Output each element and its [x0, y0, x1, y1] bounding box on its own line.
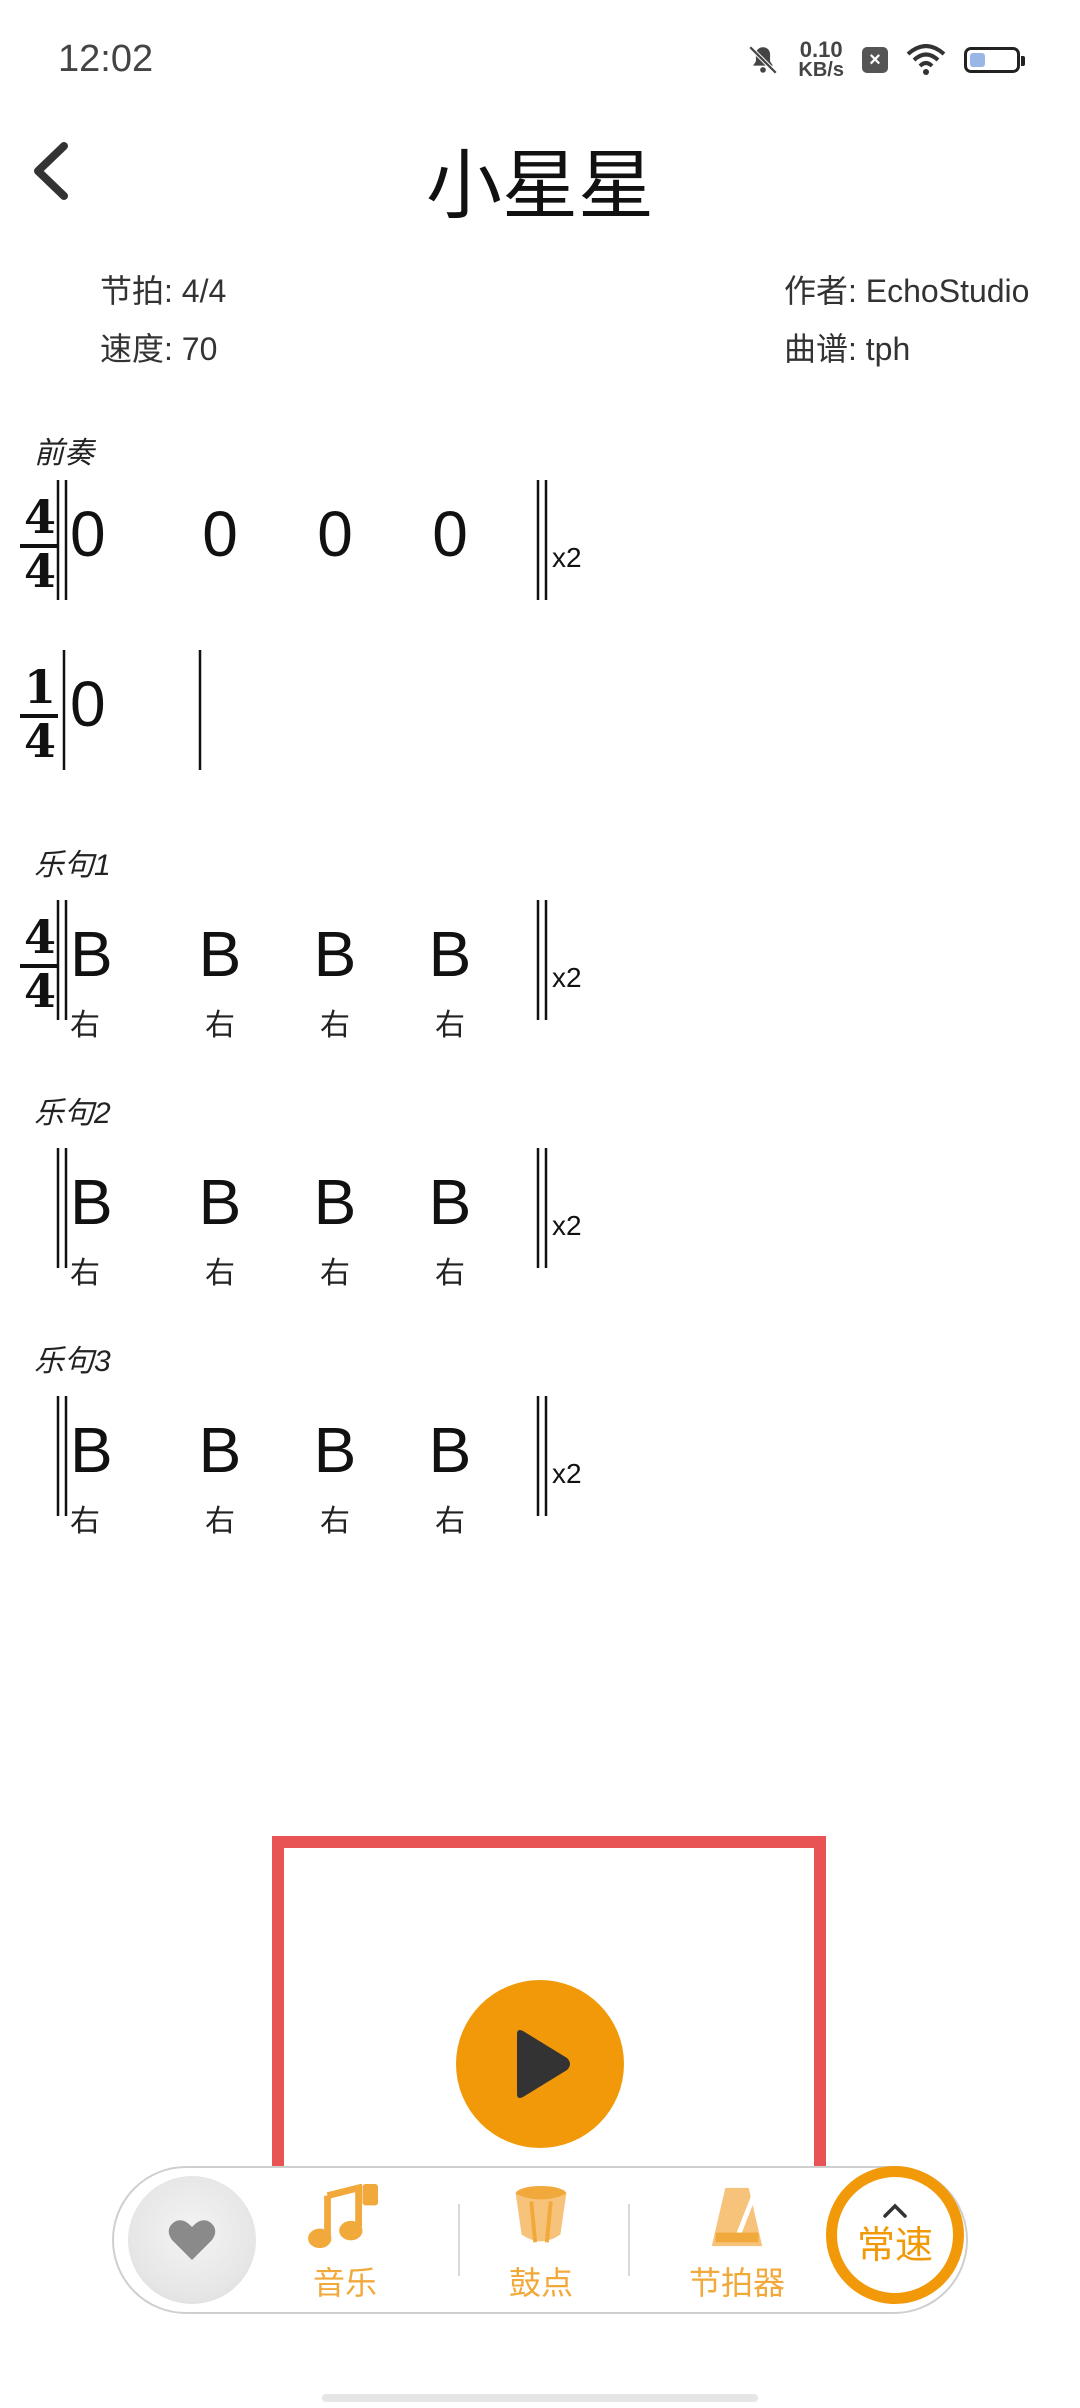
- note: B: [313, 1414, 357, 1486]
- hand-label: 右: [205, 1257, 235, 1290]
- note: B: [70, 1414, 113, 1486]
- time-sig-numerator: 1: [23, 660, 56, 714]
- note: 0: [70, 498, 106, 570]
- hand-label: 右: [70, 1009, 100, 1042]
- music-button[interactable]: 音乐: [260, 2184, 430, 2304]
- note: B: [428, 1414, 472, 1486]
- score-lines: [20, 480, 548, 1516]
- hand-label: 右: [205, 1009, 235, 1042]
- speed-label: 常速: [856, 2224, 933, 2267]
- play-icon: [517, 2030, 570, 2098]
- note: B: [70, 1166, 113, 1238]
- hand-label: 右: [70, 1505, 100, 1538]
- metronome-button[interactable]: 节拍器: [652, 2184, 822, 2304]
- drum-icon: [515, 2185, 567, 2243]
- note: B: [428, 1166, 472, 1238]
- drum-label: 鼓点: [508, 2265, 573, 2301]
- note: B: [313, 1166, 357, 1238]
- note: B: [198, 1166, 242, 1238]
- time-sig-numerator: 4: [23, 910, 56, 964]
- speed-button[interactable]: 常速: [826, 2166, 964, 2304]
- time-sig-numerator: 4: [23, 490, 56, 544]
- music-label: 音乐: [312, 2265, 377, 2301]
- note: 0: [202, 498, 238, 570]
- note: 0: [70, 668, 106, 740]
- note: 0: [432, 498, 468, 570]
- hand-label: 右: [435, 1257, 465, 1290]
- drum-button[interactable]: 鼓点: [456, 2184, 626, 2304]
- repeat-count: x2: [552, 1210, 582, 1241]
- repeat-count: x2: [552, 1458, 582, 1489]
- note: B: [313, 918, 357, 990]
- favorite-button[interactable]: [128, 2176, 256, 2304]
- metronome-icon: [711, 2187, 763, 2247]
- section-label: 乐句1: [34, 849, 111, 882]
- time-sig-denominator: 4: [23, 714, 56, 768]
- hand-label: 右: [435, 1009, 465, 1042]
- note: B: [70, 918, 113, 990]
- note: 0: [317, 498, 353, 570]
- hand-label: 右: [320, 1009, 350, 1042]
- hand-label: 右: [435, 1505, 465, 1538]
- heart-icon: [168, 2220, 216, 2260]
- note: B: [428, 918, 472, 990]
- section-label: 前奏: [34, 437, 94, 470]
- repeat-count: x2: [552, 962, 582, 993]
- toolbar-divider: [628, 2204, 630, 2276]
- metronome-label: 节拍器: [688, 2265, 785, 2301]
- hand-label: 右: [320, 1505, 350, 1538]
- repeat-count: x2: [552, 542, 582, 573]
- play-button[interactable]: [456, 1980, 624, 2148]
- section-label: 乐句2: [34, 1097, 111, 1130]
- hand-label: 右: [70, 1257, 100, 1290]
- hand-label: 右: [320, 1257, 350, 1290]
- music-note-icon: [308, 2184, 379, 2249]
- time-sig-denominator: 4: [23, 544, 56, 598]
- note: B: [198, 918, 242, 990]
- home-indicator[interactable]: [322, 2394, 758, 2402]
- note: B: [198, 1414, 242, 1486]
- hand-label: 右: [205, 1505, 235, 1538]
- time-sig-denominator: 4: [23, 964, 56, 1018]
- section-label: 乐句3: [34, 1345, 111, 1378]
